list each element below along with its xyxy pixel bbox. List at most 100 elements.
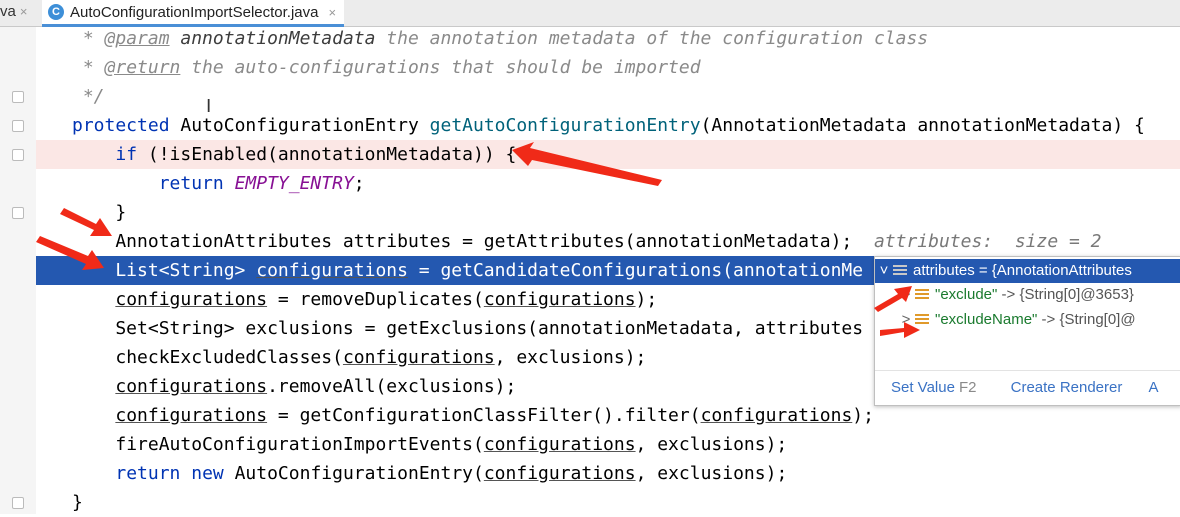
code-text: = getConfigurationClassFilter().filter( <box>267 405 701 426</box>
comment-text: the auto-configurations that should be i… <box>180 57 701 78</box>
fold-marker-icon[interactable] <box>12 497 24 509</box>
code-text: Set<String> exclusions = getExclusions(a… <box>72 318 864 339</box>
chevron-down-icon[interactable]: ˅ <box>875 259 893 283</box>
debug-value-popup[interactable]: ˅ attributes = {AnnotationAttributes > "ex… <box>874 256 1180 406</box>
code-text: List<String> <box>72 260 257 281</box>
map-entry-icon <box>915 289 929 302</box>
entry-value: {String[0]@3653} <box>1019 286 1134 303</box>
debug-tree-item[interactable]: > "exclude" -> {String[0]@3653} <box>875 283 1180 307</box>
chevron-right-icon[interactable]: > <box>897 283 915 307</box>
code-text: = getCandidateConfigurations(annotationM… <box>407 260 864 281</box>
set-value-label: Set Value <box>891 379 955 396</box>
code-text: (!isEnabled(annotationMetadata)) { <box>137 144 517 165</box>
code-text: (AnnotationMetadata annotationMetadata) … <box>700 115 1145 136</box>
fold-marker-icon[interactable] <box>12 91 24 103</box>
fold-marker-icon[interactable] <box>12 120 24 132</box>
debug-tree-root[interactable]: ˅ attributes = {AnnotationAttributes <box>875 259 1180 283</box>
variable: configurations <box>115 405 268 426</box>
debug-root-label: attributes = {AnnotationAttributes <box>913 262 1132 279</box>
create-renderer-link[interactable]: Create Renderer <box>1011 379 1123 396</box>
keyword: protected <box>72 115 170 136</box>
code-line: } <box>36 198 1180 227</box>
entry-key: "excludeName" <box>935 311 1038 328</box>
code-text: ); <box>852 405 874 426</box>
fold-marker-icon[interactable] <box>12 149 24 161</box>
code-text: , exclusions); <box>635 434 788 455</box>
variable: configurations <box>115 289 268 310</box>
entry-arrow: -> <box>1037 311 1060 328</box>
variable: configurations <box>483 434 636 455</box>
comment-text: the annotation metadata of the configura… <box>375 28 929 49</box>
variable: configurations <box>700 405 853 426</box>
debug-inline-value[interactable]: attributes: size = 2 <box>852 231 1102 252</box>
tab-previous-file[interactable]: va × <box>0 3 27 20</box>
javadoc-param-name: annotationMetadata <box>169 28 376 49</box>
code-text: ; <box>353 173 365 194</box>
close-icon[interactable]: × <box>328 5 336 20</box>
code-text: AnnotationAttributes attributes = getAtt… <box>72 231 853 252</box>
javadoc-tag: @param <box>104 28 170 49</box>
code-text: = removeDuplicates( <box>267 289 484 310</box>
map-entry-icon <box>915 314 929 327</box>
code-text: AutoConfigurationEntry( <box>223 463 484 484</box>
code-text: } <box>72 492 83 513</box>
close-icon[interactable]: × <box>20 4 28 19</box>
set-value-shortcut: F2 <box>958 379 977 396</box>
entry-arrow: -> <box>997 286 1020 303</box>
text-cursor-icon: I <box>206 96 212 117</box>
comment-text: * <box>72 57 105 78</box>
tab-label: AutoConfigurationImportSelector.java <box>70 3 319 21</box>
javadoc-tag: @return <box>104 57 181 78</box>
variable: configurations <box>256 260 408 281</box>
code-text: , exclusions); <box>635 463 788 484</box>
keyword: new <box>191 463 224 484</box>
code-line: return EMPTY_ENTRY; <box>36 169 1180 198</box>
entry-key: "exclude" <box>935 286 998 303</box>
variable: configurations <box>342 347 495 368</box>
editor-tab-bar: va × C AutoConfigurationImportSelector.ja… <box>0 0 1180 27</box>
code-text: fireAutoConfigurationImportEvents( <box>115 434 484 455</box>
debug-tree-item[interactable]: > "excludeName" -> {String[0]@ <box>875 308 1180 332</box>
tab-autoconfigurationimportselector[interactable]: C AutoConfigurationImportSelector.java × <box>42 0 345 27</box>
code-text: .removeAll(exclusions); <box>267 376 517 397</box>
code-line: * @param annotationMetadata the annotati… <box>36 24 1180 53</box>
code-text: checkExcludedClasses( <box>115 347 343 368</box>
comment-text: */ <box>72 86 105 107</box>
code-line-error-highlight: if (!isEnabled(annotationMetadata)) { <box>36 140 1180 169</box>
set-value-link[interactable]: Set Value F2 <box>891 379 976 396</box>
editor-gutter[interactable] <box>0 27 36 514</box>
keyword: return <box>158 173 224 194</box>
code-line: } <box>36 488 1180 517</box>
code-text: } <box>72 202 127 223</box>
object-field-icon <box>893 265 907 278</box>
fold-marker-icon[interactable] <box>12 207 24 219</box>
code-text: , exclusions); <box>494 347 647 368</box>
constant: EMPTY_ENTRY <box>234 173 354 194</box>
class-file-icon: C <box>48 4 64 20</box>
keyword: if <box>115 144 138 165</box>
variable: configurations <box>483 289 636 310</box>
code-line: return new AutoConfigurationEntry(config… <box>36 459 1180 488</box>
debug-popup-footer: Set Value F2 Create Renderer A <box>875 370 1180 405</box>
keyword: return <box>115 463 181 484</box>
code-text: AutoConfigurationEntry <box>169 115 430 136</box>
code-line: fireAutoConfigurationImportEvents(config… <box>36 430 1180 459</box>
code-text: ); <box>635 289 658 310</box>
variable: configurations <box>483 463 636 484</box>
chevron-right-icon[interactable]: > <box>897 308 915 332</box>
comment-text: * <box>72 28 105 49</box>
code-line: AnnotationAttributes attributes = getAtt… <box>36 227 1180 256</box>
tab-previous-label: va <box>0 3 16 20</box>
more-actions-link[interactable]: A <box>1149 379 1159 396</box>
method-name: getAutoConfigurationEntry <box>429 115 701 136</box>
variable: configurations <box>115 376 268 397</box>
